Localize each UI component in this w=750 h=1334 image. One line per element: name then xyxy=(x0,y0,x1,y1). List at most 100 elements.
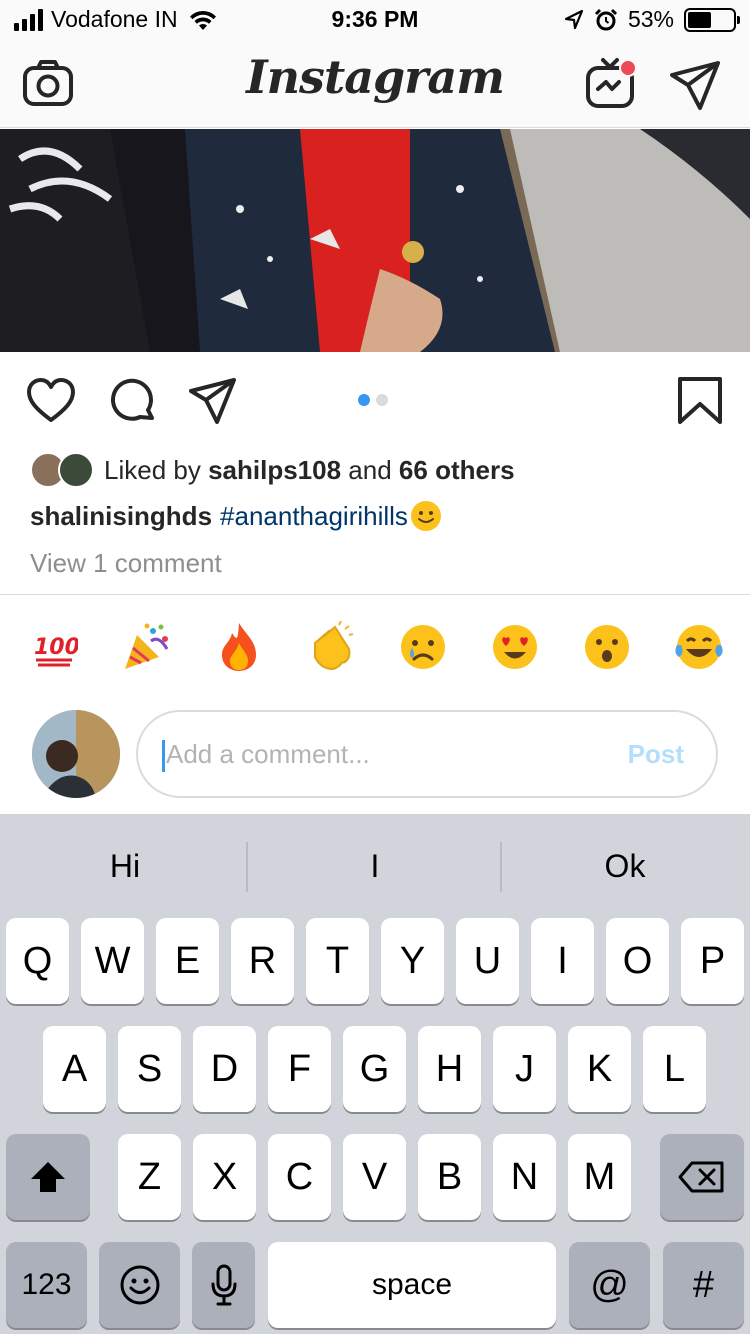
at-key[interactable]: @ xyxy=(569,1242,650,1328)
key-u[interactable]: U xyxy=(456,918,519,1004)
igtv-icon xyxy=(586,58,637,108)
svg-text:100: 100 xyxy=(34,635,78,660)
slightly-smiling-face-icon xyxy=(410,501,441,531)
key-c[interactable]: C xyxy=(268,1134,331,1220)
surprised-face-icon xyxy=(585,625,629,669)
hash-key[interactable]: # xyxy=(663,1242,744,1328)
key-w[interactable]: W xyxy=(81,918,144,1004)
nav-bar: Instagram xyxy=(0,40,750,128)
caption-hashtag[interactable]: #ananthagirihills xyxy=(220,501,408,532)
key-y[interactable]: Y xyxy=(381,918,444,1004)
emoji-hundred[interactable]: 100 xyxy=(28,620,82,674)
heart-eyes-icon xyxy=(493,625,537,669)
key-f[interactable]: F xyxy=(268,1026,331,1112)
liker-username[interactable]: sahilps108 xyxy=(208,455,341,485)
suggestion-1[interactable]: Hi xyxy=(0,814,250,914)
emoji-key[interactable] xyxy=(99,1242,180,1328)
avatar-image xyxy=(32,710,120,798)
microphone-icon xyxy=(211,1264,236,1306)
post-caption: shalinisinghds #ananthagirihills xyxy=(30,500,442,532)
likes-others[interactable]: 66 others xyxy=(399,455,515,485)
emoji-heart-eyes[interactable] xyxy=(488,620,542,674)
shift-arrow-icon xyxy=(31,1162,65,1192)
hundred-points-icon: 100 xyxy=(34,635,78,667)
key-o[interactable]: O xyxy=(606,918,669,1004)
suggestion-3[interactable]: Ok xyxy=(500,814,750,914)
key-e[interactable]: E xyxy=(156,918,219,1004)
emoji-surprised-face[interactable] xyxy=(580,620,634,674)
comment-input[interactable] xyxy=(166,712,586,796)
key-n[interactable]: N xyxy=(493,1134,556,1220)
bookmark-icon[interactable] xyxy=(676,376,726,426)
key-t[interactable]: T xyxy=(306,918,369,1004)
current-user-avatar xyxy=(32,710,120,798)
share-icon[interactable] xyxy=(188,376,238,426)
battery-icon xyxy=(684,7,740,32)
key-v[interactable]: V xyxy=(343,1134,406,1220)
suggestion-2[interactable]: I xyxy=(250,814,500,914)
emoji-clapping-hands[interactable] xyxy=(304,620,358,674)
like-heart-icon[interactable] xyxy=(26,376,76,426)
emoji-face-icon xyxy=(120,1265,159,1305)
likes-prefix: Liked by xyxy=(104,454,201,485)
backspace-key[interactable] xyxy=(660,1134,744,1220)
key-d[interactable]: D xyxy=(193,1026,256,1112)
party-popper-icon xyxy=(125,623,169,669)
emoji-fire[interactable] xyxy=(212,620,266,674)
carousel-indicator xyxy=(358,394,388,406)
key-a[interactable]: A xyxy=(43,1026,106,1112)
status-right: 53% xyxy=(564,6,740,33)
crying-face-icon xyxy=(401,625,445,669)
key-g[interactable]: G xyxy=(343,1026,406,1112)
clapping-hands-icon xyxy=(314,621,354,671)
comment-icon[interactable] xyxy=(108,376,158,426)
likes-text: Liked by sahilps108 and 66 others xyxy=(104,455,515,486)
suggestion-divider xyxy=(246,842,248,892)
space-key[interactable]: space xyxy=(268,1242,556,1328)
quick-emoji-bar: 100 xyxy=(0,620,750,680)
key-q[interactable]: Q xyxy=(6,918,69,1004)
emoji-crying-face[interactable] xyxy=(396,620,450,674)
key-i[interactable]: I xyxy=(531,918,594,1004)
carousel-dot-active xyxy=(358,394,370,406)
key-l[interactable]: L xyxy=(643,1026,706,1112)
emoji-party-popper[interactable] xyxy=(120,620,174,674)
alarm-icon xyxy=(594,8,618,30)
key-h[interactable]: H xyxy=(418,1026,481,1112)
direct-message-icon[interactable] xyxy=(668,58,722,112)
comment-composer: Post xyxy=(0,708,750,800)
view-comments-link[interactable]: View 1 comment xyxy=(30,548,222,579)
post-photo[interactable] xyxy=(0,129,750,352)
igtv-button[interactable] xyxy=(584,56,640,112)
key-x[interactable]: X xyxy=(193,1134,256,1220)
status-bar: Vodafone IN 9:36 PM 53% xyxy=(0,0,750,40)
key-k[interactable]: K xyxy=(568,1026,631,1112)
liker-avatars xyxy=(30,452,96,488)
key-z[interactable]: Z xyxy=(118,1134,181,1220)
likes-summary[interactable]: Liked by sahilps108 and 66 others xyxy=(30,450,515,490)
comment-input-box[interactable]: Post xyxy=(136,710,718,798)
shift-key[interactable] xyxy=(6,1134,90,1220)
post-comment-button[interactable]: Post xyxy=(628,712,684,796)
post-image xyxy=(0,129,750,352)
keyboard-suggestions: Hi I Ok xyxy=(0,814,750,914)
backspace-icon xyxy=(678,1161,724,1193)
keyboard: Hi I Ok Q W E R T Y U I O P A S D F G H … xyxy=(0,814,750,1334)
liker-avatar xyxy=(58,452,94,488)
fire-icon xyxy=(222,623,256,671)
key-j[interactable]: J xyxy=(493,1026,556,1112)
text-caret xyxy=(162,740,165,772)
battery-fill xyxy=(688,11,712,28)
emoji-tears-of-joy[interactable] xyxy=(672,620,726,674)
key-m[interactable]: M xyxy=(568,1134,631,1220)
key-b[interactable]: B xyxy=(418,1134,481,1220)
battery-percent: 53% xyxy=(627,6,674,32)
key-r[interactable]: R xyxy=(231,918,294,1004)
caption-username[interactable]: shalinisinghds xyxy=(30,501,212,532)
carousel-dot xyxy=(376,394,388,406)
dictation-key[interactable] xyxy=(192,1242,255,1328)
key-s[interactable]: S xyxy=(118,1026,181,1112)
numbers-key[interactable]: 123 xyxy=(6,1242,87,1328)
divider xyxy=(0,594,750,595)
key-p[interactable]: P xyxy=(681,918,744,1004)
